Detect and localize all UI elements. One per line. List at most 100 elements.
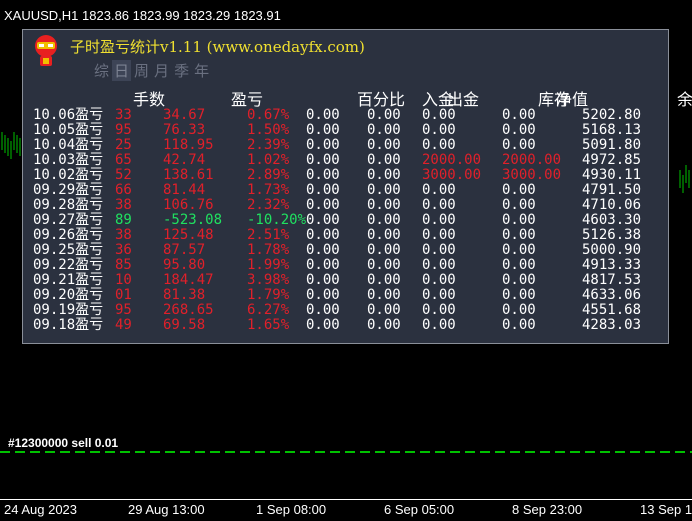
x-tick-3: 6 Sep 05:00 (384, 502, 455, 517)
cell-c4: 0.00 (306, 242, 340, 258)
cell-date: 09.26盈亏 (33, 227, 104, 243)
cell-pl: 95.80 (163, 257, 206, 273)
x-tick-4: 8 Sep 23:00 (512, 502, 583, 517)
cell-date: 09.21盈亏 (33, 272, 104, 288)
cell-date: 09.19盈亏 (33, 302, 104, 318)
cell-c5: 0.00 (367, 302, 401, 318)
table-row: 09.25盈亏 36 87.57 1.78% 0.00 0.00 0.00 0.00 5000.… (0, 243, 692, 258)
cell-date: 10.03盈亏 (33, 152, 104, 168)
cell-bal: 4283.03 (582, 317, 642, 333)
panel-title: 子时盈亏统计v1.11 (www.onedayfx.com) (70, 36, 365, 57)
period-tabs: 综日周月季年 (92, 60, 212, 81)
cell-pct: 3.98% (247, 272, 290, 288)
table-row: 09.21盈亏 10 184.47 3.98% 0.00 0.00 0.00 0.00 4817… (0, 273, 692, 288)
cell-pct: 1.79% (247, 287, 290, 303)
cell-pl: 125.48 (163, 227, 214, 243)
cell-c6: 0.00 (422, 212, 456, 228)
cell-c6: 0.00 (422, 227, 456, 243)
cell-c5: 0.00 (367, 107, 401, 123)
cell-c7: 0.00 (502, 302, 536, 318)
cell-c4: 0.00 (306, 182, 340, 198)
cell-date: 10.05盈亏 (33, 122, 104, 138)
cell-pl: 81.44 (163, 182, 206, 198)
cell-bal: 4930.11 (582, 167, 642, 183)
cell-pct: 1.02% (247, 152, 290, 168)
cell-pl: 81.38 (163, 287, 206, 303)
table-row: 10.02盈亏 52 138.61 2.89% 0.00 0.00 3000.00 3000.… (0, 168, 692, 183)
cell-c7: 2000.00 (502, 152, 562, 168)
cell-c6: 0.00 (422, 122, 456, 138)
cell-c5: 0.00 (367, 272, 401, 288)
header-lots: 手数 (133, 90, 166, 109)
cell-bal: 4913.33 (582, 257, 642, 273)
cell-date: 09.22盈亏 (33, 257, 104, 273)
cell-c7: 0.00 (502, 317, 536, 333)
tab-day[interactable]: 日 (112, 60, 132, 81)
cell-lots: 38 (115, 227, 132, 243)
x-tick-5: 13 Sep 1 (640, 502, 692, 517)
cell-date: 10.02盈亏 (33, 167, 104, 183)
table-row: 09.26盈亏 38 125.48 2.51% 0.00 0.00 0.00 0.00 5126… (0, 228, 692, 243)
cell-c6: 0.00 (422, 197, 456, 213)
cell-pct: 1.50% (247, 122, 290, 138)
cell-date: 09.18盈亏 (33, 317, 104, 333)
cell-c7: 0.00 (502, 287, 536, 303)
cell-c5: 0.00 (367, 317, 401, 333)
cell-c4: 0.00 (306, 227, 340, 243)
cell-lots: 85 (115, 257, 132, 273)
cell-pl: 268.65 (163, 302, 214, 318)
tab-month[interactable]: 月 (152, 60, 171, 81)
cell-pct: 6.27% (247, 302, 290, 318)
cell-c6: 3000.00 (422, 167, 482, 183)
table-row: 09.27盈亏 89 -523.08 -10.20% 0.00 0.00 0.00 0.00 4… (0, 213, 692, 228)
header-balance-truncated: 余 (677, 90, 692, 109)
cell-pl: -523.08 (163, 212, 223, 228)
cell-c5: 0.00 (367, 227, 401, 243)
cell-c4: 0.00 (306, 167, 340, 183)
cell-bal: 5091.80 (582, 137, 642, 153)
cell-c5: 0.00 (367, 197, 401, 213)
axis-line (0, 499, 692, 500)
cell-date: 09.28盈亏 (33, 197, 104, 213)
cell-c4: 0.00 (306, 152, 340, 168)
cell-lots: 10 (115, 272, 132, 288)
cell-pct: -10.20% (247, 212, 307, 228)
cell-pl: 118.95 (163, 137, 214, 153)
cell-lots: 89 (115, 212, 132, 228)
cell-lots: 36 (115, 242, 132, 258)
cell-date: 09.27盈亏 (33, 212, 104, 228)
cell-c4: 0.00 (306, 302, 340, 318)
cell-c4: 0.00 (306, 107, 340, 123)
cell-c5: 0.00 (367, 167, 401, 183)
table-row: 09.20盈亏 01 81.38 1.79% 0.00 0.00 0.00 0.00 4633.… (0, 288, 692, 303)
cell-pct: 2.89% (247, 167, 290, 183)
tab-week[interactable]: 周 (132, 60, 151, 81)
chart-symbol-header: XAUUSD,H1 1823.86 1823.99 1823.29 1823.9… (4, 8, 281, 23)
cell-c7: 0.00 (502, 107, 536, 123)
cell-pct: 2.51% (247, 227, 290, 243)
cell-lots: 66 (115, 182, 132, 198)
tab-year[interactable]: 年 (192, 60, 211, 81)
tab-all[interactable]: 综 (92, 60, 111, 81)
tab-quarter[interactable]: 季 (172, 60, 191, 81)
cell-bal: 4791.50 (582, 182, 642, 198)
cell-c6: 0.00 (422, 302, 456, 318)
cell-c4: 0.00 (306, 287, 340, 303)
cell-c5: 0.00 (367, 137, 401, 153)
cell-c7: 3000.00 (502, 167, 562, 183)
cell-c5: 0.00 (367, 242, 401, 258)
table-row: 09.29盈亏 66 81.44 1.73% 0.00 0.00 0.00 0.00 4791.… (0, 183, 692, 198)
robot-avatar-icon (35, 35, 57, 66)
cell-c5: 0.00 (367, 122, 401, 138)
cell-c4: 0.00 (306, 272, 340, 288)
symbol-name: XAUUSD,H1 (4, 8, 79, 23)
cell-c7: 0.00 (502, 272, 536, 288)
cell-c5: 0.00 (367, 257, 401, 273)
cell-c6: 0.00 (422, 242, 456, 258)
cell-pct: 1.99% (247, 257, 290, 273)
cell-bal: 4551.68 (582, 302, 642, 318)
cell-c4: 0.00 (306, 137, 340, 153)
order-label: #12300000 sell 0.01 (8, 436, 119, 450)
cell-date: 09.20盈亏 (33, 287, 104, 303)
cell-bal: 4633.06 (582, 287, 642, 303)
